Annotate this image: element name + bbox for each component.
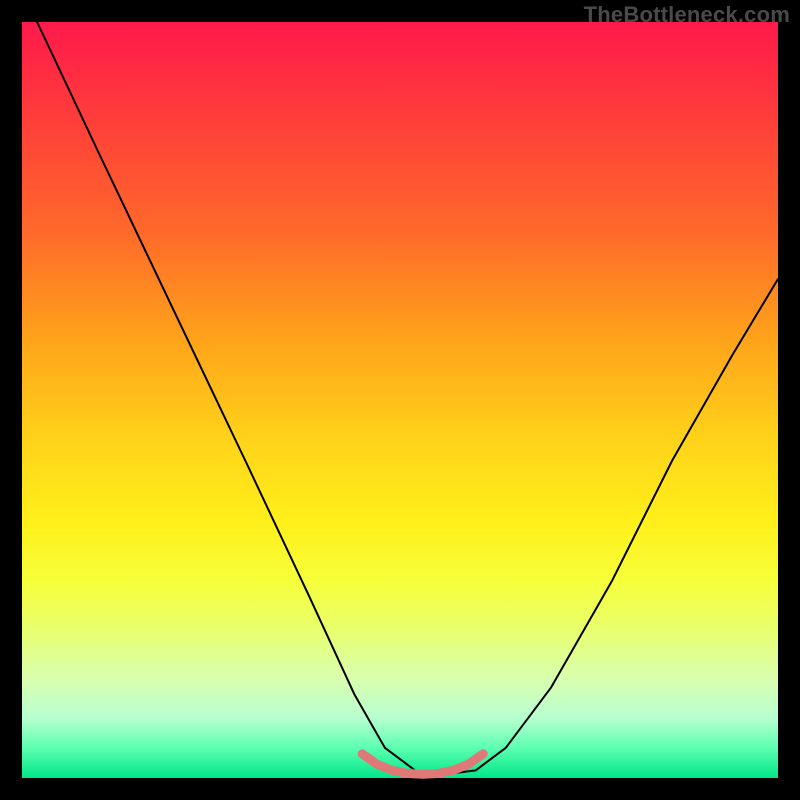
- plot-area: [22, 22, 778, 778]
- bottleneck-curve: [37, 22, 778, 774]
- curve-svg: [22, 22, 778, 778]
- watermark-text: TheBottleneck.com: [584, 2, 790, 28]
- chart-frame: TheBottleneck.com: [0, 0, 800, 800]
